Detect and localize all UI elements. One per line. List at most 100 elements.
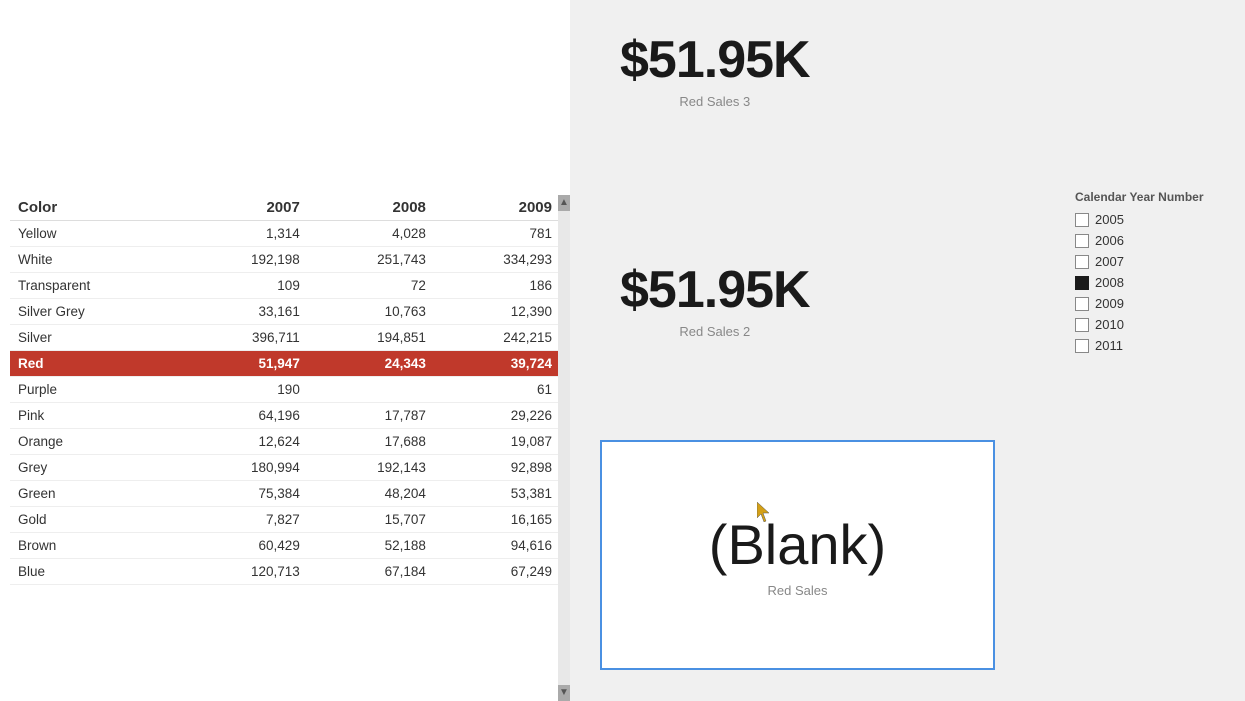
cell-color: White xyxy=(10,247,182,273)
legend-year-label: 2006 xyxy=(1095,233,1124,248)
legend-item[interactable]: 2009 xyxy=(1075,296,1235,311)
table-row[interactable]: Gold7,82715,70716,165 xyxy=(10,507,560,533)
legend-checkbox[interactable] xyxy=(1075,339,1089,353)
legend-title: Calendar Year Number xyxy=(1075,190,1235,204)
legend-year-label: 2010 xyxy=(1095,317,1124,332)
cell-value: 19,087 xyxy=(434,429,560,455)
cell-value: 94,616 xyxy=(434,533,560,559)
cell-value: 4,028 xyxy=(308,221,434,247)
cell-value: 242,215 xyxy=(434,325,560,351)
cell-color: Silver xyxy=(10,325,182,351)
cell-color: Pink xyxy=(10,403,182,429)
color-data-table: Color 2007 2008 2009 Yellow1,3144,028781… xyxy=(10,195,560,585)
table-panel: Color 2007 2008 2009 Yellow1,3144,028781… xyxy=(0,0,570,701)
legend-item[interactable]: 2006 xyxy=(1075,233,1235,248)
cell-color: Yellow xyxy=(10,221,182,247)
cell-color: Gold xyxy=(10,507,182,533)
data-table-container: Color 2007 2008 2009 Yellow1,3144,028781… xyxy=(10,195,560,701)
col-header-2007[interactable]: 2007 xyxy=(182,195,308,221)
blank-card-label: Red Sales xyxy=(768,583,828,598)
table-scrollbar[interactable]: ▲ ▼ xyxy=(558,195,570,701)
scroll-down-button[interactable]: ▼ xyxy=(558,685,570,701)
legend-item[interactable]: 2010 xyxy=(1075,317,1235,332)
col-header-color[interactable]: Color xyxy=(10,195,182,221)
legend-year-label: 2011 xyxy=(1095,338,1123,353)
scroll-up-button[interactable]: ▲ xyxy=(558,195,570,211)
cell-value: 72 xyxy=(308,273,434,299)
legend-checkbox[interactable] xyxy=(1075,276,1089,290)
main-content-area: $51.95K Red Sales 3 $51.95K Red Sales 2 … xyxy=(570,0,1245,701)
legend-year-label: 2005 xyxy=(1095,212,1124,227)
cell-value xyxy=(308,377,434,403)
cell-value: 190 xyxy=(182,377,308,403)
table-row[interactable]: White192,198251,743334,293 xyxy=(10,247,560,273)
kpi-top-value: $51.95K xyxy=(620,30,810,90)
table-row[interactable]: Yellow1,3144,028781 xyxy=(10,221,560,247)
cell-value: 120,713 xyxy=(182,559,308,585)
legend-checkbox[interactable] xyxy=(1075,234,1089,248)
table-row[interactable]: Blue120,71367,18467,249 xyxy=(10,559,560,585)
blank-card[interactable]: (Blank) Red Sales xyxy=(600,440,995,670)
table-row[interactable]: Transparent10972186 xyxy=(10,273,560,299)
legend-checkbox[interactable] xyxy=(1075,255,1089,269)
cell-value: 396,711 xyxy=(182,325,308,351)
table-row[interactable]: Silver Grey33,16110,76312,390 xyxy=(10,299,560,325)
cell-value: 51,947 xyxy=(182,351,308,377)
cell-value: 10,763 xyxy=(308,299,434,325)
cell-value: 194,851 xyxy=(308,325,434,351)
kpi-middle-card: $51.95K Red Sales 2 xyxy=(620,260,810,339)
cell-value: 61 xyxy=(434,377,560,403)
cell-color: Blue xyxy=(10,559,182,585)
kpi-top-label: Red Sales 3 xyxy=(620,94,810,109)
table-row[interactable]: Grey180,994192,14392,898 xyxy=(10,455,560,481)
legend-checkbox[interactable] xyxy=(1075,213,1089,227)
cell-value: 24,343 xyxy=(308,351,434,377)
cell-value: 67,249 xyxy=(434,559,560,585)
cell-value: 12,390 xyxy=(434,299,560,325)
legend-item[interactable]: 2005 xyxy=(1075,212,1235,227)
legend-year-label: 2008 xyxy=(1095,275,1124,290)
cell-value: 64,196 xyxy=(182,403,308,429)
cell-value: 53,381 xyxy=(434,481,560,507)
legend-panel: Calendar Year Number 2005200620072008200… xyxy=(1075,190,1235,359)
legend-checkbox[interactable] xyxy=(1075,297,1089,311)
legend-year-label: 2009 xyxy=(1095,296,1124,311)
table-row[interactable]: Pink64,19617,78729,226 xyxy=(10,403,560,429)
cell-color: Transparent xyxy=(10,273,182,299)
cell-value: 75,384 xyxy=(182,481,308,507)
kpi-middle-label: Red Sales 2 xyxy=(620,324,810,339)
table-row[interactable]: Green75,38448,20453,381 xyxy=(10,481,560,507)
legend-item[interactable]: 2007 xyxy=(1075,254,1235,269)
cell-value: 29,226 xyxy=(434,403,560,429)
cell-value: 109 xyxy=(182,273,308,299)
cell-value: 192,198 xyxy=(182,247,308,273)
cell-color: Purple xyxy=(10,377,182,403)
legend-item[interactable]: 2011 xyxy=(1075,338,1235,353)
table-row[interactable]: Silver396,711194,851242,215 xyxy=(10,325,560,351)
cell-value: 7,827 xyxy=(182,507,308,533)
blank-card-value: (Blank) xyxy=(709,512,886,577)
kpi-top-card: $51.95K Red Sales 3 xyxy=(620,30,810,109)
table-row[interactable]: Orange12,62417,68819,087 xyxy=(10,429,560,455)
table-row[interactable]: Brown60,42952,18894,616 xyxy=(10,533,560,559)
cell-value: 12,624 xyxy=(182,429,308,455)
cell-value: 334,293 xyxy=(434,247,560,273)
cell-value: 60,429 xyxy=(182,533,308,559)
legend-checkbox[interactable] xyxy=(1075,318,1089,332)
cell-color: Green xyxy=(10,481,182,507)
legend-item[interactable]: 2008 xyxy=(1075,275,1235,290)
cell-value: 52,188 xyxy=(308,533,434,559)
col-header-2009[interactable]: 2009 xyxy=(434,195,560,221)
col-header-2008[interactable]: 2008 xyxy=(308,195,434,221)
legend-items-container: 2005 2006 2007 2008 2009 2010 2011 xyxy=(1075,212,1235,353)
cell-value: 781 xyxy=(434,221,560,247)
table-row[interactable]: Purple190 61 xyxy=(10,377,560,403)
cell-value: 48,204 xyxy=(308,481,434,507)
legend-year-label: 2007 xyxy=(1095,254,1124,269)
cell-value: 186 xyxy=(434,273,560,299)
kpi-middle-value: $51.95K xyxy=(620,260,810,320)
table-row[interactable]: Red51,94724,34339,724 xyxy=(10,351,560,377)
cell-value: 192,143 xyxy=(308,455,434,481)
cell-value: 92,898 xyxy=(434,455,560,481)
cell-value: 39,724 xyxy=(434,351,560,377)
